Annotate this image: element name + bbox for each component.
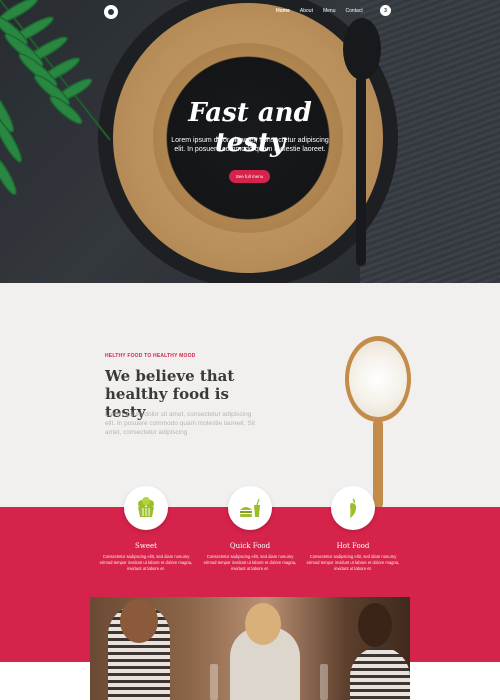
about-paragraph: Lorem ipsum dolor sit amet, consectetur … (105, 411, 255, 436)
feature-icon-circle (331, 486, 375, 530)
friends-dining-photo (90, 597, 410, 700)
nav-item-home[interactable]: Home (276, 8, 290, 14)
feature-title: Hot Food (336, 542, 370, 550)
feature-icon-circle (228, 486, 272, 530)
about-section: HELTHY FOOD TO HEALTHY MOOD We believe t… (0, 283, 500, 509)
feature-desc: Consectetur sadipscing elitr, sed diam n… (306, 554, 400, 571)
logo-icon[interactable] (104, 5, 118, 19)
burger-drink-icon (240, 498, 260, 517)
nav-item-contact[interactable]: Contact (346, 8, 363, 14)
cupcake-icon (138, 497, 154, 517)
see-full-menu-button[interactable]: See full menu (229, 170, 270, 183)
feature-icon-circle (124, 486, 168, 530)
hero-section: Home About Menu Contact 3 Fast and testy… (0, 0, 500, 283)
cart-badge[interactable]: 3 (380, 5, 391, 16)
main-nav: Home About Menu Contact (276, 8, 363, 14)
feature-card-hot-food: Hot Food Consectetur sadipscing elitr, s… (288, 486, 418, 572)
hero-subtitle: Lorem ipsum dolor sit amet, consectetur … (171, 137, 329, 153)
chili-pepper-icon (350, 498, 357, 518)
nav-item-menu[interactable]: Menu (323, 8, 336, 14)
about-eyebrow: HELTHY FOOD TO HEALTHY MOOD (105, 353, 196, 359)
rice-image (349, 341, 407, 417)
nav-item-about[interactable]: About (300, 8, 313, 14)
